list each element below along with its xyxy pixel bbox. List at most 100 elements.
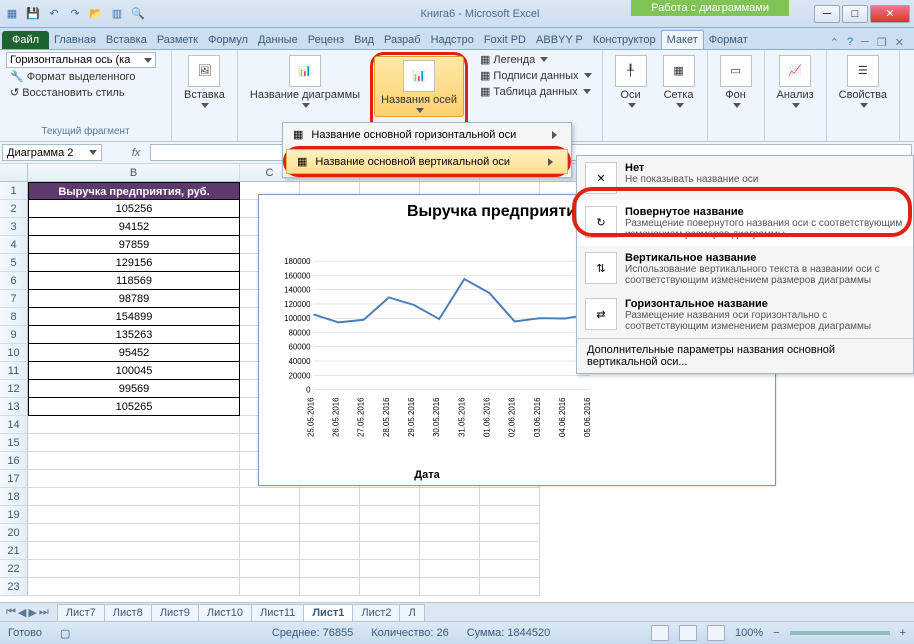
tab-developer[interactable]: Разраб: [379, 31, 426, 49]
cell[interactable]: [28, 452, 240, 470]
cell[interactable]: [300, 560, 360, 578]
row-header[interactable]: 23: [0, 578, 28, 596]
horizontal-axis-title-item[interactable]: ▦ Название основной горизонтальной оси: [283, 123, 571, 146]
sheet-nav-prev[interactable]: ◀: [18, 606, 26, 619]
zoom-level[interactable]: 100%: [735, 627, 763, 639]
x-axis-title[interactable]: Дата: [259, 469, 595, 481]
tab-design[interactable]: Конструктор: [588, 31, 661, 49]
axes-button[interactable]: ╀Оси: [609, 52, 653, 139]
close-button[interactable]: ✕: [870, 5, 910, 23]
row-header[interactable]: 1: [0, 182, 28, 200]
tab-formulas[interactable]: Формул: [203, 31, 253, 49]
doc-minimize-icon[interactable]: ─: [861, 36, 869, 49]
cell[interactable]: [300, 524, 360, 542]
col-header[interactable]: B: [28, 164, 240, 181]
save-icon[interactable]: 💾: [25, 6, 41, 22]
row-header[interactable]: 21: [0, 542, 28, 560]
data-table-button[interactable]: ▦ Таблица данных: [476, 84, 596, 99]
doc-close-icon[interactable]: ✕: [895, 36, 904, 49]
cell[interactable]: [420, 488, 480, 506]
cell[interactable]: 118569: [28, 272, 240, 290]
row-header[interactable]: 11: [0, 362, 28, 380]
cell[interactable]: [480, 524, 540, 542]
minimize-button[interactable]: ─: [814, 5, 840, 23]
cell[interactable]: 105265: [28, 398, 240, 416]
cell[interactable]: 97859: [28, 236, 240, 254]
cell[interactable]: [240, 578, 300, 596]
cell[interactable]: 94152: [28, 218, 240, 236]
tab-format[interactable]: Формат: [704, 31, 753, 49]
page-layout-view-button[interactable]: [679, 625, 697, 641]
cell[interactable]: [420, 524, 480, 542]
cell[interactable]: 98789: [28, 290, 240, 308]
legend-button[interactable]: ▦ Легенда: [476, 52, 596, 67]
tab-addins[interactable]: Надстро: [426, 31, 479, 49]
zoom-out-button[interactable]: −: [773, 627, 779, 639]
row-header[interactable]: 6: [0, 272, 28, 290]
format-selection-button[interactable]: 🔧 Формат выделенного: [6, 69, 165, 84]
macro-record-icon[interactable]: ▢: [60, 627, 70, 640]
row-header[interactable]: 5: [0, 254, 28, 272]
help-icon[interactable]: ?: [847, 36, 853, 49]
cell[interactable]: [480, 578, 540, 596]
properties-button[interactable]: ☰Свойства: [833, 52, 893, 111]
cell[interactable]: 135263: [28, 326, 240, 344]
tab-abbyy[interactable]: ABBYY P: [531, 31, 588, 49]
row-header[interactable]: 15: [0, 434, 28, 452]
cell[interactable]: [28, 488, 240, 506]
tab-insert[interactable]: Вставка: [101, 31, 152, 49]
zoom-in-button[interactable]: +: [900, 627, 906, 639]
cell[interactable]: Выручка предприятия, руб.: [28, 182, 240, 200]
cell[interactable]: [28, 416, 240, 434]
cell[interactable]: [28, 542, 240, 560]
tab-pagelayout[interactable]: Разметк: [152, 31, 203, 49]
cell[interactable]: [420, 578, 480, 596]
sheet-tab[interactable]: Лист7: [57, 604, 105, 621]
row-header[interactable]: 20: [0, 524, 28, 542]
sheet-tab[interactable]: Лист1: [303, 604, 353, 621]
background-button[interactable]: ▭Фон: [714, 52, 758, 111]
cell[interactable]: [240, 560, 300, 578]
cell[interactable]: [240, 542, 300, 560]
tab-data[interactable]: Данные: [253, 31, 303, 49]
cell[interactable]: 100045: [28, 362, 240, 380]
cell[interactable]: [300, 542, 360, 560]
tab-review[interactable]: Реценз: [303, 31, 349, 49]
tab-view[interactable]: Вид: [349, 31, 379, 49]
file-tab[interactable]: Файл: [2, 31, 49, 49]
analysis-button[interactable]: 📈Анализ: [771, 52, 820, 111]
chart-element-selector[interactable]: Горизонтальная ось (ка: [6, 52, 156, 68]
row-header[interactable]: 13: [0, 398, 28, 416]
sheet-tab[interactable]: Лист9: [151, 604, 199, 621]
cell[interactable]: [300, 488, 360, 506]
cell[interactable]: [480, 488, 540, 506]
cell[interactable]: [240, 524, 300, 542]
cell[interactable]: [28, 560, 240, 578]
print-preview-icon[interactable]: 🔍: [130, 6, 146, 22]
sheet-tab[interactable]: Лист10: [198, 604, 252, 621]
row-header[interactable]: 4: [0, 236, 28, 254]
row-header[interactable]: 19: [0, 506, 28, 524]
cell[interactable]: [480, 506, 540, 524]
name-box[interactable]: Диаграмма 2: [2, 144, 102, 161]
cell[interactable]: [420, 560, 480, 578]
maximize-button[interactable]: □: [842, 5, 868, 23]
cell[interactable]: [420, 542, 480, 560]
axis-titles-button[interactable]: 📊 Названия осей: [374, 56, 464, 117]
row-header[interactable]: 12: [0, 380, 28, 398]
doc-restore-icon[interactable]: ❐: [877, 36, 887, 49]
minimize-ribbon-icon[interactable]: ⌃: [830, 36, 839, 49]
axis-title-vertical[interactable]: ⇅ Вертикальное названиеИспользование вер…: [577, 246, 913, 292]
normal-view-button[interactable]: [651, 625, 669, 641]
redo-icon[interactable]: ↷: [67, 6, 83, 22]
zoom-slider[interactable]: [790, 631, 890, 635]
open-icon[interactable]: 📂: [88, 6, 104, 22]
select-all-corner[interactable]: [0, 164, 28, 181]
cell[interactable]: [420, 506, 480, 524]
cell[interactable]: [28, 578, 240, 596]
row-header[interactable]: 22: [0, 560, 28, 578]
cell[interactable]: [360, 488, 420, 506]
cell[interactable]: [360, 542, 420, 560]
cell[interactable]: 105256: [28, 200, 240, 218]
cell[interactable]: [360, 524, 420, 542]
